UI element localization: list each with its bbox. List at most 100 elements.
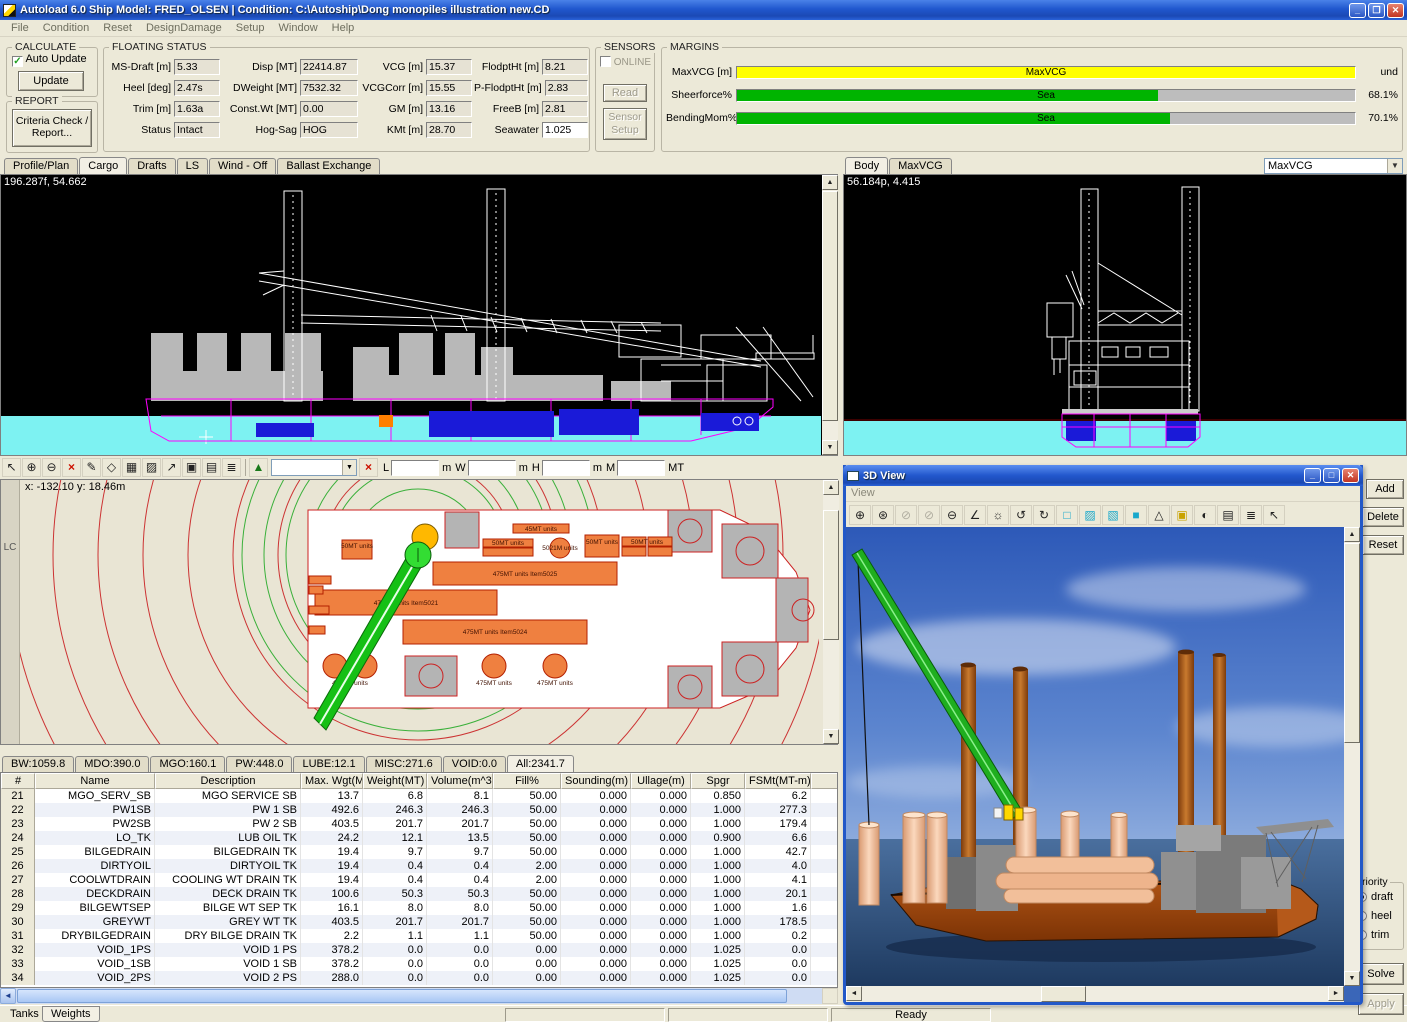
profile-view-pane[interactable]: 196.287f, 54.662 bbox=[0, 174, 838, 456]
tab-drafts[interactable]: Drafts bbox=[128, 158, 175, 174]
table-row[interactable]: 33VOID_1SBVOID 1 SB378.20.00.00.000.0000… bbox=[1, 957, 837, 971]
tab-ls[interactable]: LS bbox=[177, 158, 208, 174]
chevron-down-icon[interactable]: ▼ bbox=[1387, 159, 1402, 173]
tab-ballast-exchange[interactable]: Ballast Exchange bbox=[277, 158, 380, 174]
menu-reset[interactable]: Reset bbox=[96, 21, 139, 35]
table-row[interactable]: 30GREYWTGREY WT TK403.5201.7201.750.000.… bbox=[1, 915, 837, 929]
table-row[interactable]: 31DRYBILGEDRAINDRY BILGE DRAIN TK2.21.11… bbox=[1, 929, 837, 943]
cone-icon[interactable]: ▲ bbox=[249, 458, 268, 477]
profile-vscrollbar[interactable]: ▲ ▼ bbox=[822, 175, 838, 455]
table-row[interactable]: 25BILGEDRAINBILGEDRAIN TK19.49.79.750.00… bbox=[1, 845, 837, 859]
image-icon[interactable]: ▣ bbox=[182, 458, 201, 477]
3d-menu-view[interactable]: View bbox=[851, 487, 875, 499]
col-header-fsmt-mt-m[interactable]: FSMt(MT-m) bbox=[745, 773, 811, 789]
dim-m-input[interactable] bbox=[617, 460, 665, 476]
menu-condition[interactable]: Condition bbox=[36, 21, 96, 35]
close-button[interactable]: ✕ bbox=[1387, 3, 1404, 18]
col-header-spgr[interactable]: Spgr bbox=[691, 773, 745, 789]
auto-update-checkbox[interactable]: ✓ bbox=[12, 56, 23, 67]
delete-button[interactable]: Delete bbox=[1362, 507, 1404, 527]
chevron-down-icon[interactable]: ▼ bbox=[342, 460, 356, 475]
tank-tab-lube-12-1[interactable]: LUBE:12.1 bbox=[293, 756, 364, 772]
view-angle-icon[interactable]: ∠ bbox=[964, 505, 986, 525]
col-header-max-wgt-mt[interactable]: Max. Wgt(MT) bbox=[301, 773, 363, 789]
grid-icon[interactable]: ▦ bbox=[122, 458, 141, 477]
tank-tab-misc-271-6[interactable]: MISC:271.6 bbox=[366, 756, 442, 772]
table-row[interactable]: 29BILGEWTSEPBILGE WT SEP TK16.18.08.050.… bbox=[1, 901, 837, 915]
pointer-icon[interactable]: ↖ bbox=[1263, 505, 1285, 525]
table-row[interactable]: 21MGO_SERV_SBMGO SERVICE SB13.76.88.150.… bbox=[1, 789, 837, 803]
col-header-description[interactable]: Description bbox=[155, 773, 301, 789]
measure-icon[interactable]: ↗ bbox=[162, 458, 181, 477]
hscroll-thumb[interactable] bbox=[17, 989, 787, 1003]
scroll-left-icon[interactable]: ◄ bbox=[0, 988, 16, 1004]
table-row[interactable]: 23PW2SBPW 2 SB403.5201.7201.750.000.0000… bbox=[1, 817, 837, 831]
3d-minimize-button[interactable]: _ bbox=[1304, 468, 1321, 483]
online-checkbox[interactable] bbox=[600, 56, 611, 67]
material-color-icon[interactable]: ▣ bbox=[1171, 505, 1193, 525]
apply-button[interactable]: Apply bbox=[1358, 993, 1404, 1015]
cube-hidden-line-icon[interactable]: ▨ bbox=[1079, 505, 1101, 525]
cargo-item-dropdown[interactable]: ▼ bbox=[271, 459, 357, 476]
seawater-value[interactable]: 1.025 bbox=[542, 122, 588, 138]
tank-tab-bw-1059-8[interactable]: BW:1059.8 bbox=[2, 756, 74, 772]
read-button[interactable]: Read bbox=[603, 84, 647, 102]
delete-icon[interactable]: × bbox=[62, 458, 81, 477]
table-row[interactable]: 26DIRTYOILDIRTYOIL TK19.40.40.42.000.000… bbox=[1, 859, 837, 873]
orbit-vertical-icon[interactable]: ↻ bbox=[1033, 505, 1055, 525]
tab-maxvcg[interactable]: MaxVCG bbox=[889, 158, 952, 174]
tab-profile-plan[interactable]: Profile/Plan bbox=[4, 158, 78, 174]
tank-tab-mdo-390-0[interactable]: MDO:390.0 bbox=[75, 756, 149, 772]
3d-viewport[interactable]: ▲ ▼ ◄ ► bbox=[846, 527, 1360, 1002]
col-header-fill[interactable]: Fill% bbox=[493, 773, 561, 789]
table-row[interactable]: 28DECKDRAINDECK DRAIN TK100.650.350.350.… bbox=[1, 887, 837, 901]
cube-solid-icon[interactable]: ■ bbox=[1125, 505, 1147, 525]
cone-wireframe-icon[interactable]: △ bbox=[1148, 505, 1170, 525]
tank-tab-mgo-160-1[interactable]: MGO:160.1 bbox=[150, 756, 225, 772]
menu-designdamage[interactable]: DesignDamage bbox=[139, 21, 229, 35]
add-button[interactable]: Add bbox=[1366, 479, 1404, 499]
view-select-dropdown[interactable]: MaxVCG ▼ bbox=[1264, 158, 1403, 174]
zoom-out-icon[interactable]: ⊖ bbox=[941, 505, 963, 525]
menu-setup[interactable]: Setup bbox=[229, 21, 272, 35]
orbit-horizontal-icon[interactable]: ↺ bbox=[1010, 505, 1032, 525]
dim-l-input[interactable] bbox=[391, 460, 439, 476]
zoom-window-icon[interactable]: ⊛ bbox=[872, 505, 894, 525]
minimize-button[interactable]: _ bbox=[1349, 3, 1366, 18]
tank-tab-pw-448-0[interactable]: PW:448.0 bbox=[226, 756, 292, 772]
cube-wireframe-icon[interactable]: □ bbox=[1056, 505, 1078, 525]
cube-shaded-icon[interactable]: ▧ bbox=[1102, 505, 1124, 525]
solve-button[interactable]: Solve bbox=[1358, 963, 1404, 985]
col-header-[interactable]: # bbox=[1, 773, 35, 789]
menu-help[interactable]: Help bbox=[325, 21, 362, 35]
tank-tab-void-0-0[interactable]: VOID:0.0 bbox=[443, 756, 506, 772]
grid-add-icon[interactable]: ▨ bbox=[142, 458, 161, 477]
table-row[interactable]: 32VOID_1PSVOID 1 PS378.20.00.00.000.0000… bbox=[1, 943, 837, 957]
3d-maximize-button[interactable]: □ bbox=[1323, 468, 1340, 483]
table-icon[interactable]: ▤ bbox=[202, 458, 221, 477]
restore-button[interactable]: ❐ bbox=[1368, 3, 1385, 18]
rotate-icon[interactable]: ⊘ bbox=[918, 505, 940, 525]
body-view-pane[interactable]: 56.184p, 4.415 bbox=[843, 174, 1407, 456]
tab-tanks[interactable]: Tanks bbox=[4, 1008, 45, 1020]
edit-icon[interactable]: ✎ bbox=[82, 458, 101, 477]
reset-button[interactable]: Reset bbox=[1362, 535, 1404, 555]
3d-close-button[interactable]: ✕ bbox=[1342, 468, 1359, 483]
3d-view-title-bar[interactable]: 3D View _ □ ✕ bbox=[843, 465, 1363, 486]
tab-weights[interactable]: Weights bbox=[42, 1006, 100, 1022]
criteria-check-button[interactable]: Criteria Check / Report... bbox=[12, 109, 92, 147]
menu-file[interactable]: File bbox=[4, 21, 36, 35]
render-sphere-icon[interactable]: ◐ bbox=[1194, 505, 1216, 525]
table-row[interactable]: 27COOLWTDRAINCOOLING WT DRAIN TK19.40.40… bbox=[1, 873, 837, 887]
table-row[interactable]: 22PW1SBPW 1 SB492.6246.3246.350.000.0000… bbox=[1, 803, 837, 817]
zoom-in-icon[interactable]: ⊕ bbox=[849, 505, 871, 525]
tab-body[interactable]: Body bbox=[845, 157, 888, 174]
notebook-icon[interactable]: ▤ bbox=[1217, 505, 1239, 525]
tank-tab-all-2341-7[interactable]: All:2341.7 bbox=[507, 755, 574, 772]
col-header-name[interactable]: Name bbox=[35, 773, 155, 789]
zoom-out-icon[interactable]: ⊖ bbox=[42, 458, 61, 477]
print-icon[interactable]: ≣ bbox=[1240, 505, 1262, 525]
tab-wind-off[interactable]: Wind - Off bbox=[209, 158, 276, 174]
3d-vscrollbar[interactable]: ▲ ▼ bbox=[1344, 527, 1360, 986]
plan-vscrollbar[interactable]: ▲ ▼ bbox=[823, 480, 839, 744]
